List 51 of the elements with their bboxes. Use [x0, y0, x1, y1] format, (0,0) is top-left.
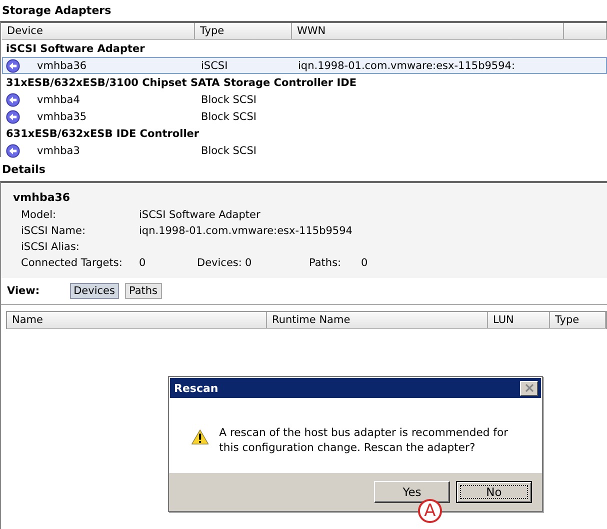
column-header[interactable]: Type [550, 312, 606, 328]
wwn-cell-text: iqn.1998-01.com.vmware:esx-115b9594: [297, 60, 516, 72]
section-title: Storage Adapters [1, 3, 112, 17]
section-title: Details [1, 162, 46, 178]
type-cell-text: iSCSI [200, 60, 229, 72]
dialog-button[interactable]: No [456, 481, 532, 503]
adapter-row[interactable]: vmhba3 Block SCSI [2, 142, 607, 159]
field-value: iSCSI Software Adapter [139, 209, 262, 221]
column-header[interactable]: Runtime Name [267, 312, 488, 328]
group-header: 31xESB/632xESB/3100 Chipset SATA Storage Controller IDE [5, 76, 358, 90]
view-toggle[interactable]: Paths [124, 283, 162, 299]
column-header[interactable]: WWN [292, 23, 564, 39]
dialog-button[interactable]: Yes [374, 481, 450, 503]
type-cell-text: Block SCSI [200, 94, 258, 106]
field-label: iSCSI Name: [21, 225, 87, 237]
close-button[interactable] [520, 380, 538, 396]
adapter-row[interactable]: vmhba36 iSCSI iqn.1998-01.com.vmware:esx-115b9594: [2, 57, 607, 74]
column-header[interactable]: Type [195, 23, 292, 39]
column-header[interactable]: Device [2, 23, 195, 39]
dialog-title: Rescan [174, 382, 218, 394]
device-name: vmhba4 [37, 94, 80, 106]
group-header: 631xESB/632xESB IDE Controller [5, 126, 200, 142]
count-value: 0 [361, 257, 369, 269]
count-label: Paths: [309, 257, 342, 269]
callout-marker: A [418, 499, 442, 523]
arrow-circle-icon [6, 92, 20, 106]
adapter-name: vmhba36 [13, 191, 72, 206]
field-label: Model: [21, 209, 58, 221]
count-label: Devices: [197, 257, 243, 269]
arrow-circle-icon [6, 58, 20, 72]
view-toggle[interactable]: Devices [70, 283, 119, 299]
type-cell-text: Block SCSI [200, 144, 258, 156]
count-value: 0 [139, 257, 147, 269]
view-label: View: [7, 285, 40, 297]
device-name: vmhba35 [37, 110, 87, 122]
dialog-message: A rescan of the host bus adapter is recommended for this configuration change. Rescan the adapter? [219, 425, 510, 455]
device-name: vmhba3 [37, 144, 80, 156]
count-label: Connected Targets: [21, 257, 124, 269]
group-header: iSCSI Software Adapter [5, 42, 146, 56]
column-header[interactable]: LUN [488, 312, 550, 328]
column-header[interactable]: Name [7, 312, 267, 328]
adapter-row[interactable]: vmhba35 Block SCSI [2, 108, 607, 125]
close-icon [524, 384, 534, 392]
device-name: vmhba36 [37, 60, 87, 72]
count-value: 0 [245, 257, 253, 269]
adapter-row[interactable]: vmhba4 Block SCSI [2, 91, 607, 108]
arrow-circle-icon [6, 144, 20, 158]
arrow-circle-icon [6, 110, 20, 124]
type-cell-text: Block SCSI [200, 110, 258, 122]
field-label: iSCSI Alias: [21, 241, 80, 253]
field-value: iqn.1998-01.com.vmware:esx-115b9594 [139, 225, 354, 237]
